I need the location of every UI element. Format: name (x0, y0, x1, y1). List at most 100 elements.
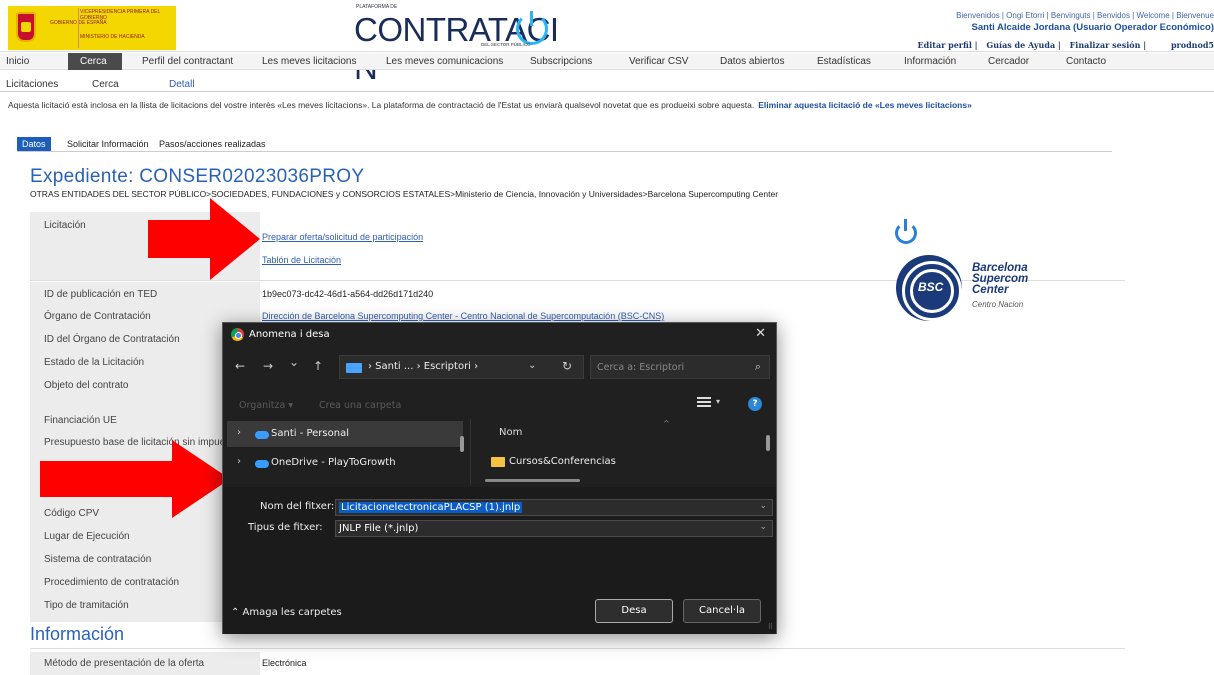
nav-perfil-contractant[interactable]: Perfil del contractant (142, 56, 233, 67)
bsc-name: Barcelona Supercom Center (972, 262, 1029, 296)
plataforma-logo[interactable]: PLATAFORMA DE CONTRATACI N DEL SECTOR PÚ… (354, 3, 584, 86)
pane-splitter[interactable] (470, 419, 471, 485)
notice-banner: Aquesta licitació està inclosa en la lli… (8, 100, 972, 110)
address-bar[interactable]: › Santi ... › Escriptori › ⌄ ↻ (339, 355, 584, 379)
help-guides-link[interactable]: Guías de Ayuda | (986, 40, 1060, 50)
chevron-right-icon[interactable]: › (237, 456, 241, 467)
nav-subscripcions[interactable]: Subscripcions (530, 56, 592, 67)
chevron-down-icon[interactable]: ⌄ (528, 360, 536, 371)
search-input[interactable]: Cerca a: Escriptori ⌕ (590, 355, 770, 379)
folder-icon (491, 457, 505, 467)
tab-solicitar-informacion[interactable]: Solicitar Información (67, 139, 149, 149)
organo-link[interactable]: Dirección de Barcelona Supercomputing Ce… (262, 311, 664, 321)
organize-menu[interactable]: Organitza ▾ (239, 400, 293, 411)
tab-underline (17, 151, 1112, 152)
column-header-name[interactable]: Nom (499, 427, 522, 438)
metodo-label: Método de presentación de la oferta (44, 658, 205, 669)
edit-profile-link[interactable]: Editar perfil | (918, 40, 978, 50)
recent-locations-icon[interactable]: ⌄ (289, 355, 299, 369)
subnav-licitaciones[interactable]: Licitaciones (6, 79, 58, 90)
filename-value[interactable]: LicitacionelectronicaPLACSP (1).jnlp (339, 502, 523, 513)
forward-arrow-icon[interactable]: → (263, 359, 273, 373)
sub-nav: Licitaciones Cerca Detall (0, 70, 1214, 92)
filetype-label: Tipus de fitxer: (248, 522, 323, 533)
tree-item-onedrive-playtogrowth[interactable]: OneDrive - PlayToGrowth (271, 457, 396, 468)
chevron-down-icon[interactable]: ⌄ (759, 522, 767, 532)
hide-folders-toggle[interactable]: ⌃ Amaga les carpetes (231, 607, 342, 618)
tab-pasos-acciones[interactable]: Pasos/acciones realizadas (159, 139, 266, 149)
nav-contacto[interactable]: Contacto (1066, 56, 1106, 67)
help-icon[interactable]: ? (748, 397, 762, 411)
gobierno-logo[interactable]: GOBIERNO DE ESPAÑA VICEPRESIDENCIA PRIME… (8, 6, 176, 50)
filetype-select[interactable]: JNLP File (*.jnlp) ⌄ (335, 520, 773, 537)
ministerio-text: MINISTERIO DE HACIENDA (80, 34, 145, 40)
nav-datos-abiertos[interactable]: Datos abiertos (720, 56, 784, 67)
resize-grip-icon[interactable]: ⠿ (768, 623, 773, 631)
user-links: Editar perfil | Guías de Ayuda | Finaliz… (912, 40, 1214, 50)
tab-datos[interactable]: Datos (17, 137, 51, 151)
subnav-cerca[interactable]: Cerca (92, 79, 119, 90)
new-folder-button[interactable]: Crea una carpeta (319, 400, 401, 411)
node-label: prodnod5 (1170, 40, 1214, 50)
nav-informacion[interactable]: Información (904, 56, 956, 67)
filename-label: Nom del fitxer: (260, 501, 335, 512)
expediente-path: OTRAS ENTIDADES DEL SECTOR PÚBLICO>SOCIE… (30, 189, 779, 199)
search-placeholder: Cerca a: Escriptori (597, 362, 685, 373)
cancel-button[interactable]: Cancel·la (683, 599, 761, 623)
sistema-label: Sistema de contratación (44, 554, 152, 565)
chevron-down-icon[interactable]: ⌄ (759, 501, 767, 511)
sort-ascending-icon: ^ (663, 419, 670, 428)
chevron-right-icon[interactable]: › (237, 427, 241, 438)
filename-input[interactable]: LicitacionelectronicaPLACSP (1).jnlp ⌄ (335, 499, 773, 516)
save-button[interactable]: Desa (595, 599, 673, 623)
notice-text: Aquesta licitació està inclosa en la lli… (8, 100, 755, 110)
estado-label: Estado de la Licitación (44, 357, 145, 368)
bsc-logo: BSC Barcelona Supercom Center Centro Nac… (896, 255, 1076, 321)
user-info: Bienvenidos | Ongi Etorri | Benvinguts |… (956, 11, 1214, 33)
nav-estadisticas[interactable]: Estadísticas (817, 56, 871, 67)
file-list-vscrollbar[interactable] (766, 435, 770, 451)
onedrive-icon (255, 460, 269, 468)
nav-cerca[interactable]: Cerca (80, 56, 107, 67)
subnav-detall[interactable]: Detall (169, 79, 195, 90)
ted-id-label: ID de publicación en TED (44, 289, 158, 300)
brand-small: PLATAFORMA DE (356, 4, 398, 10)
view-options-icon[interactable]: ▾ (716, 397, 720, 406)
dialog-title: Anomena i desa (249, 329, 330, 340)
informacion-title: Información (30, 624, 125, 644)
list-item[interactable]: Cursos&Conferencias (509, 456, 616, 467)
save-as-dialog: Anomena i desa ✕ ← → ⌄ ↑ › Santi ... › E… (222, 322, 777, 634)
prepare-offer-link[interactable]: Preparar oferta/solicitud de participaci… (262, 232, 423, 242)
user-name: Santi Alcaide Jordana (Usuario Operador … (971, 22, 1214, 33)
organo-id-label: ID del Órgano de Contratación (44, 334, 180, 345)
logout-link[interactable]: Finalizar sesión | (1070, 40, 1147, 50)
chrome-icon (231, 328, 244, 341)
remove-from-my-tenders-link[interactable]: Eliminar aquesta licitació de «Les meves… (758, 100, 972, 110)
tree-item-santi-personal[interactable]: Santi - Personal (271, 428, 349, 439)
power-icon-bar (904, 219, 907, 231)
nav-verificar-csv[interactable]: Verificar CSV (629, 56, 688, 67)
nav-les-meves-comunicacions[interactable]: Les meves comunicacions (386, 56, 503, 67)
coat-of-arms-icon (16, 12, 36, 42)
tablon-licitacion-link[interactable]: Tablón de Licitación (262, 255, 341, 265)
close-icon[interactable]: ✕ (755, 326, 766, 341)
tramitacion-label: Tipo de tramitación (44, 600, 129, 611)
organo-label: Órgano de Contratación (44, 311, 151, 322)
file-list-hscrollbar[interactable] (485, 479, 580, 482)
address-breadcrumb[interactable]: › Santi ... › Escriptori › (368, 361, 478, 372)
nav-inicio[interactable]: Inicio (6, 56, 29, 67)
nav-les-meves-licitacions[interactable]: Les meves licitacions (262, 56, 356, 67)
expediente-title: Expediente: CONSER02023036PROY (30, 166, 365, 187)
objeto-label: Objeto del contrato (44, 380, 129, 391)
nav-cercador[interactable]: Cercador (988, 56, 1029, 67)
metodo-value: Electrónica (262, 658, 307, 668)
bsc-disc-text: BSC (918, 280, 944, 294)
tree-scrollbar[interactable] (460, 436, 464, 452)
financiacion-label: Financiación UE (44, 415, 117, 426)
view-list-icon[interactable] (697, 397, 711, 409)
informacion-divider (30, 648, 1125, 649)
up-arrow-icon[interactable]: ↑ (313, 359, 323, 373)
power-bar-icon (530, 11, 533, 26)
refresh-icon[interactable]: ↻ (562, 359, 572, 373)
back-arrow-icon[interactable]: ← (235, 359, 245, 373)
